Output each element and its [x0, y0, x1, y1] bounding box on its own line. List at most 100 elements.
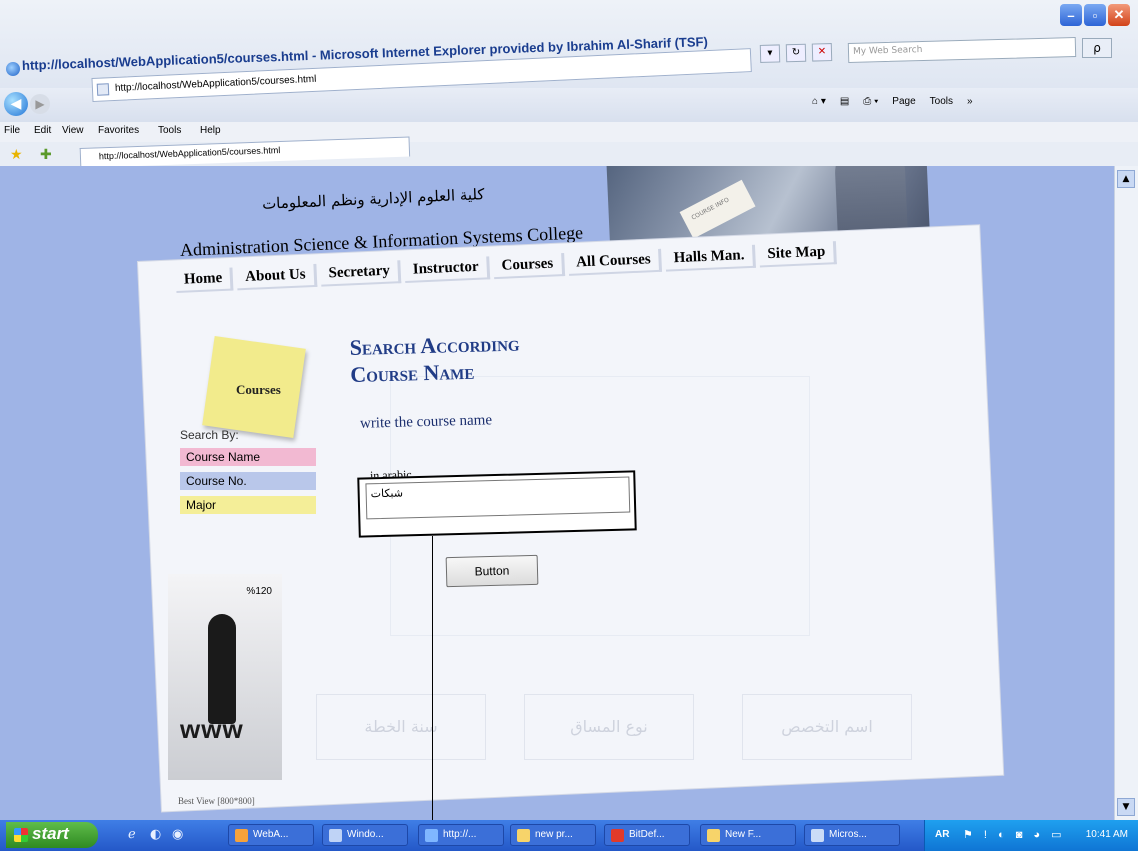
- best-view-note: Best View [800*800]: [178, 796, 255, 806]
- taskbar-item[interactable]: BitDef...: [604, 824, 690, 846]
- page-icon: [96, 83, 110, 96]
- callout-line: [432, 536, 433, 820]
- print-icon[interactable]: ⎙ ▾: [863, 96, 878, 107]
- favorites-star-icon[interactable]: ★: [10, 147, 23, 163]
- taskbar-item[interactable]: new pr...: [510, 824, 596, 846]
- clock: 10:41 AM: [1085, 829, 1128, 840]
- start-button[interactable]: start: [6, 822, 98, 848]
- nav-all-courses[interactable]: All Courses: [567, 248, 663, 276]
- back-button[interactable]: ◀: [4, 92, 28, 116]
- close-button[interactable]: ✕: [1108, 4, 1130, 26]
- address-controls: ▾ ↻ ✕: [759, 43, 833, 63]
- minimize-button[interactable]: –: [1060, 4, 1082, 26]
- photo-paper: COURSE INFO: [679, 179, 756, 239]
- ghost-box: اسم التخصص: [742, 694, 912, 760]
- tray-icons[interactable]: ⚑ ! ◐ ◙ ◕ ▭: [963, 828, 1066, 841]
- maximize-button[interactable]: ▫: [1084, 4, 1106, 26]
- ghost-box: سنة الخطة: [316, 694, 486, 760]
- web-search-input[interactable]: My Web Search: [847, 37, 1077, 63]
- taskbar-item-label: http://...: [443, 829, 477, 840]
- search-by-course-name[interactable]: Course Name: [180, 448, 316, 466]
- taskbar-item[interactable]: New F...: [700, 824, 796, 846]
- scroll-up-icon[interactable]: ▲: [1117, 170, 1135, 188]
- menu-bar: File Edit View Favorites Tools Help: [0, 122, 1138, 142]
- page-heading: Search According Course Name: [349, 330, 520, 388]
- search-button[interactable]: Button: [445, 554, 539, 588]
- taskbar-item[interactable]: Micros...: [804, 824, 900, 846]
- ie-logo-icon: [6, 62, 20, 76]
- taskbar-item-label: BitDef...: [629, 829, 665, 840]
- college-title-arabic: كلية العلوم الإدارية ونظم المعلومات: [261, 185, 485, 213]
- nav-instructor[interactable]: Instructor: [404, 256, 491, 283]
- menu-favorites[interactable]: Favorites: [98, 125, 139, 136]
- quicklaunch-media-icon[interactable]: ◉: [172, 827, 183, 842]
- vertical-scrollbar[interactable]: ▲ ▼: [1114, 166, 1138, 820]
- nav-halls-man[interactable]: Halls Man.: [665, 244, 757, 272]
- arabic-name-field: شبكات: [357, 470, 637, 538]
- search-by-label: Search By:: [180, 428, 239, 442]
- quicklaunch-ie-icon[interactable]: ℯ: [128, 827, 136, 842]
- folder-icon: [517, 829, 530, 842]
- home-icon[interactable]: ⌂ ▾: [812, 96, 826, 107]
- taskbar-item[interactable]: WebA...: [228, 824, 314, 846]
- chevron-more-icon[interactable]: »: [967, 96, 973, 107]
- dropdown-arrow-icon[interactable]: ▾: [759, 44, 781, 63]
- ad-www-text: www: [180, 714, 244, 744]
- nav-secretary[interactable]: Secretary: [320, 260, 402, 287]
- app-icon: [329, 829, 342, 842]
- app-icon: [425, 829, 438, 842]
- taskbar-item-label: Micros...: [829, 829, 867, 840]
- heading-line-1: Search According: [349, 330, 520, 361]
- page-menu[interactable]: Page: [892, 96, 915, 107]
- app-icon: [811, 829, 824, 842]
- tools-menu[interactable]: Tools: [930, 96, 953, 107]
- heading-line-2: Course Name: [350, 358, 475, 387]
- taskbar-item-label: New F...: [725, 829, 762, 840]
- nav-site-map[interactable]: Site Map: [759, 241, 837, 268]
- refresh-icon[interactable]: ↻: [785, 43, 807, 63]
- nav-home[interactable]: Home: [175, 267, 234, 293]
- app-icon: [611, 829, 624, 842]
- search-by-course-no[interactable]: Course No.: [180, 472, 316, 490]
- taskbar-item-label: new pr...: [535, 829, 573, 840]
- quicklaunch-desktop-icon[interactable]: ◐: [150, 827, 161, 842]
- folder-icon: [707, 829, 720, 842]
- nav-courses[interactable]: Courses: [493, 253, 565, 280]
- taskbar-item-label: Windo...: [347, 829, 384, 840]
- www-ad-image: %120 www: [168, 574, 282, 780]
- ghost-box: نوع المساق: [524, 694, 694, 760]
- menu-tools[interactable]: Tools: [158, 125, 181, 136]
- taskbar-item-label: WebA...: [253, 829, 289, 840]
- menu-view[interactable]: View: [62, 125, 84, 136]
- taskbar-item[interactable]: Windo...: [322, 824, 408, 846]
- nav-about-us[interactable]: About Us: [236, 263, 318, 291]
- address-url: http://localhost/WebApplication5/courses…: [114, 73, 317, 94]
- scroll-down-icon[interactable]: ▼: [1117, 798, 1135, 816]
- stop-icon[interactable]: ✕: [811, 43, 833, 62]
- background-boxes: سنة الخطة نوع المساق اسم التخصص: [296, 682, 996, 772]
- window-controls: – ▫ ✕: [1060, 4, 1130, 26]
- windows-flag-icon: [14, 828, 28, 842]
- language-indicator[interactable]: AR: [935, 829, 949, 840]
- system-tray: AR ⚑ ! ◐ ◙ ◕ ▭ 10:41 AM: [924, 820, 1138, 851]
- forward-button[interactable]: ▶: [30, 94, 50, 114]
- instruction-text: write the course name: [359, 412, 493, 432]
- taskbar-item[interactable]: http://...: [418, 824, 504, 846]
- web-page: كلية العلوم الإدارية ونظم المعلومات Admi…: [0, 166, 1114, 820]
- ad-percent: %120: [246, 586, 272, 597]
- course-name-value: شبكات: [370, 486, 404, 501]
- command-bar: ⌂ ▾ ▤ ⎙ ▾ Page Tools »: [812, 96, 973, 107]
- menu-help[interactable]: Help: [200, 125, 221, 136]
- sticky-note-label: Courses: [236, 382, 281, 397]
- feeds-icon[interactable]: ▤: [840, 96, 849, 107]
- app-icon: [235, 829, 248, 842]
- search-go-button[interactable]: ρ: [1082, 38, 1112, 58]
- add-favorite-icon[interactable]: ✚: [40, 147, 52, 163]
- person-silhouette-icon: [208, 614, 236, 724]
- start-label: start: [32, 824, 69, 843]
- menu-edit[interactable]: Edit: [34, 125, 51, 136]
- taskbar: start ℯ ◐ ◉ WebA... Windo... http://... …: [0, 820, 1138, 851]
- search-by-major[interactable]: Major: [180, 496, 316, 514]
- menu-file[interactable]: File: [4, 125, 20, 136]
- course-name-input[interactable]: شبكات: [365, 476, 631, 520]
